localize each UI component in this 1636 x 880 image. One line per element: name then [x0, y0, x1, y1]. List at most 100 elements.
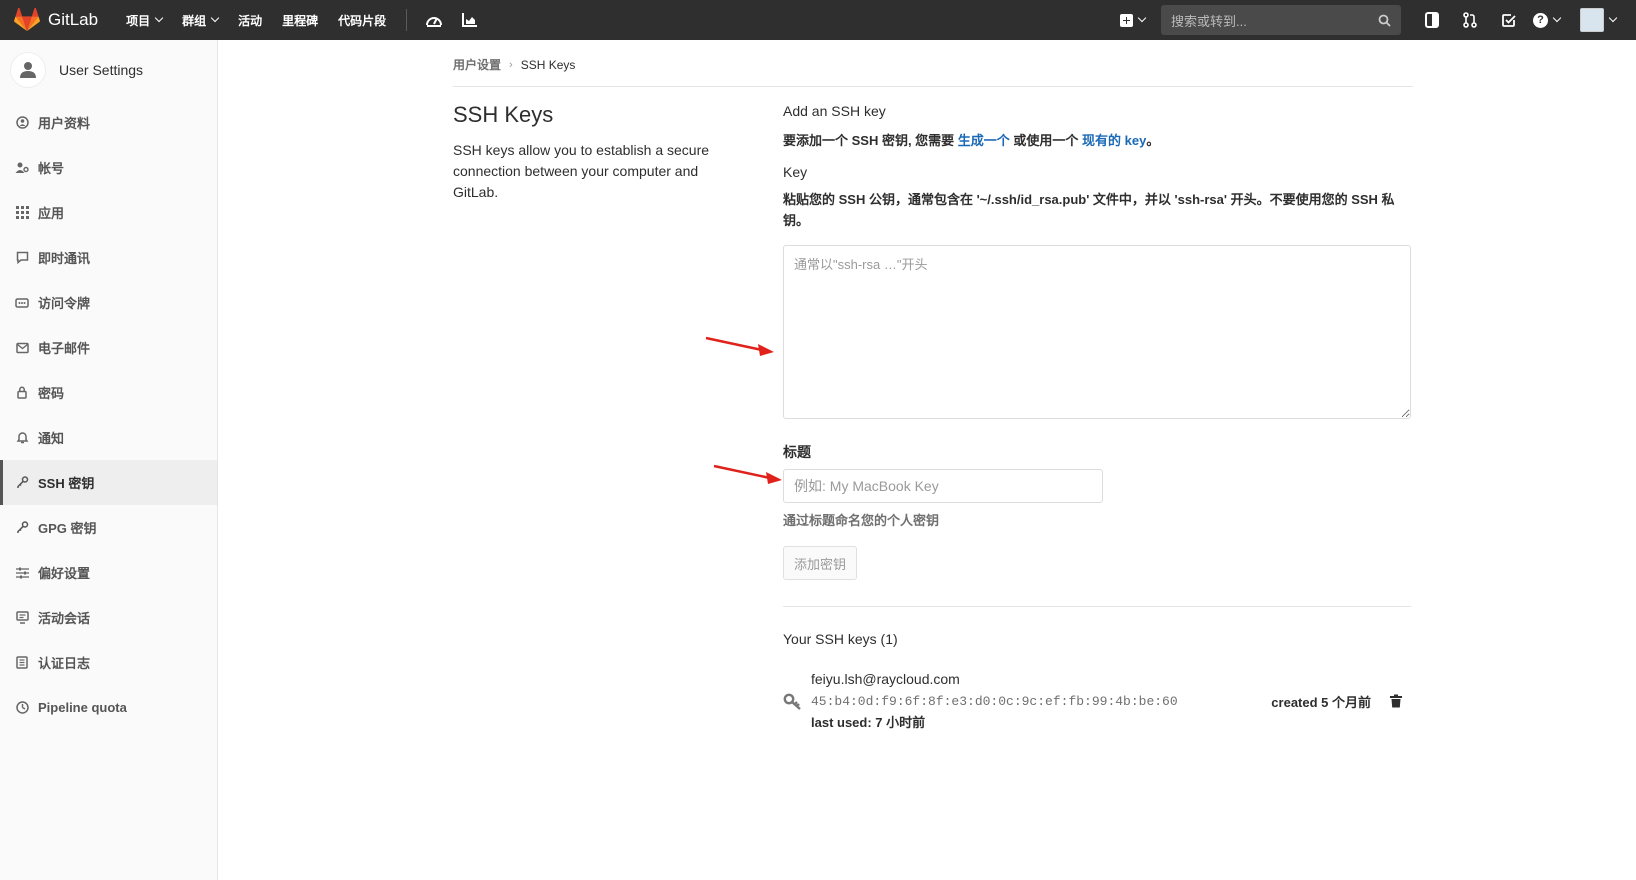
key-fingerprint: 45:b4:0d:f9:6f:8f:e3:d0:0c:9c:ef:fb:99:4… — [811, 694, 1178, 709]
plus-icon — [1120, 13, 1133, 27]
help-icon: ? — [1533, 12, 1548, 28]
sidebar-item-password[interactable]: 密码 — [0, 370, 217, 415]
sidebar-item-chat[interactable]: 即时通讯 — [0, 235, 217, 280]
ssh-key-form-section: Add an SSH key 要添加一个 SSH 密钥, 您需要 生成一个 或使… — [783, 103, 1411, 733]
breadcrumb-parent[interactable]: 用户设置 — [453, 56, 501, 73]
key-created: created 5 个月前 — [1271, 694, 1371, 710]
title-input[interactable] — [783, 469, 1103, 503]
sidebar-item-label: 电子邮件 — [38, 341, 91, 356]
divider — [453, 86, 1413, 87]
sidebar-item-active-sessions[interactable]: 活动会话 — [0, 595, 217, 640]
sidebar-item-label: 用户资料 — [38, 116, 91, 131]
chevron-down-icon — [1137, 13, 1147, 23]
breadcrumb: 用户设置 › SSH Keys — [453, 56, 575, 73]
add-key-hint: 要添加一个 SSH 密钥, 您需要 生成一个 或使用一个 现有的 key。 — [783, 130, 1411, 149]
add-hint-prefix: 要添加一个 SSH 密钥, 您需要 — [783, 133, 958, 148]
nav-snippets[interactable]: 代码片段 — [338, 12, 386, 29]
nav-activity[interactable]: 活动 — [238, 12, 262, 29]
chevron-down-icon — [1552, 13, 1562, 23]
nav-milestones-label: 里程碑 — [282, 13, 319, 28]
key-last-used: last used: 7 小时前 — [811, 715, 926, 730]
generate-key-link[interactable]: 生成一个 — [958, 133, 1010, 148]
top-navbar: GitLab 项目 群组 活动 里程碑 代码片段 搜索或转到... ? — [0, 0, 1636, 40]
key-label: Key — [783, 164, 808, 180]
new-item-button[interactable] — [1120, 13, 1147, 27]
sidebar-item-preferences[interactable]: 偏好设置 — [0, 550, 217, 595]
sidebar-title: User Settings — [59, 62, 144, 78]
sidebar-item-label: 应用 — [38, 206, 65, 221]
quota-icon — [15, 701, 29, 715]
email-icon — [15, 341, 29, 355]
sidebar-item-label: Pipeline quota — [38, 700, 127, 715]
key-icon — [15, 476, 29, 490]
add-key-button[interactable]: 添加密钥 — [783, 546, 858, 580]
existing-key-link[interactable]: 现有的 key — [1082, 133, 1146, 148]
help-button[interactable]: ? — [1533, 12, 1562, 28]
sidebar-item-gpg-keys[interactable]: GPG 密钥 — [0, 505, 217, 550]
sidebar-item-account[interactable]: 帐号 — [0, 145, 217, 190]
title-hint: 通过标题命名您的个人密钥 — [783, 513, 940, 528]
key-email[interactable]: feiyu.lsh@raycloud.com — [811, 671, 960, 687]
token-icon — [15, 296, 29, 310]
bell-icon — [15, 431, 29, 445]
intro-section: SSH Keys SSH keys allow you to establish… — [453, 102, 723, 203]
sidebar-item-authentication-log[interactable]: 认证日志 — [0, 640, 217, 685]
trash-icon[interactable] — [1389, 694, 1403, 708]
sidebar-item-pipeline-quota[interactable]: Pipeline quota — [0, 685, 217, 730]
add-hint-suffix: 。 — [1146, 133, 1160, 148]
sidebar-item-emails[interactable]: 电子邮件 — [0, 325, 217, 370]
search-placeholder: 搜索或转到... — [1171, 13, 1247, 29]
chevron-down-icon — [1608, 13, 1618, 23]
sidebar-item-label: 通知 — [38, 431, 65, 446]
breadcrumb-current[interactable]: SSH Keys — [521, 58, 576, 72]
sidebar-item-label: 帐号 — [38, 161, 65, 176]
sidebar-item-notifications[interactable]: 通知 — [0, 415, 217, 460]
search-input[interactable]: 搜索或转到... — [1161, 5, 1401, 35]
add-key-title: Add an SSH key — [783, 103, 886, 119]
annotation-arrow — [705, 336, 774, 356]
avatar — [1580, 8, 1604, 32]
key-hint: 粘贴您的 SSH 公钥，通常包含在 '~/.ssh/id_rsa.pub' 文件… — [783, 192, 1395, 228]
chart-icon[interactable] — [457, 8, 483, 32]
sidebar-item-label: 活动会话 — [38, 611, 91, 626]
sidebar-item-applications[interactable]: 应用 — [0, 190, 217, 235]
sidebar-item-ssh-keys[interactable]: SSH 密钥 — [0, 460, 217, 505]
nav-milestones[interactable]: 里程碑 — [282, 12, 318, 29]
sidebar-item-label: GPG 密钥 — [38, 521, 97, 536]
ssh-key-row[interactable]: feiyu.lsh@raycloud.com 45:b4:0d:f9:6f:8f… — [783, 669, 1411, 733]
merge-request-icon[interactable] — [1457, 7, 1483, 33]
nav-snippets-label: 代码片段 — [338, 13, 387, 28]
ssh-key-info: feiyu.lsh@raycloud.com 45:b4:0d:f9:6f:8f… — [811, 669, 1271, 733]
nav-divider — [406, 9, 408, 31]
sidebar-toggle-icon[interactable] — [1419, 7, 1445, 33]
sidebar-item-label: 认证日志 — [38, 656, 91, 671]
page-title: SSH Keys — [453, 102, 554, 127]
nav-projects[interactable]: 项目 — [126, 12, 164, 29]
sidebar-item-label: 偏好设置 — [38, 566, 91, 581]
search-icon — [1378, 14, 1391, 27]
preferences-icon — [15, 566, 29, 580]
sidebar-item-access-tokens[interactable]: 访问令牌 — [0, 280, 217, 325]
dashboard-icon[interactable] — [421, 8, 447, 32]
chevron-down-icon — [154, 13, 164, 23]
key-icon — [15, 521, 29, 535]
user-avatar-icon — [10, 52, 46, 88]
sidebar-header[interactable]: User Settings — [0, 40, 217, 100]
user-menu[interactable] — [1580, 8, 1618, 32]
gitlab-logo[interactable]: GitLab — [14, 8, 98, 32]
your-keys-heading: Your SSH keys (1) — [783, 631, 898, 647]
nav-groups-label: 群组 — [182, 13, 207, 28]
key-textarea[interactable] — [783, 245, 1411, 419]
settings-sidebar: User Settings 用户资料帐号应用即时通讯访问令牌电子邮件密码通知 SS… — [0, 40, 218, 880]
nav-groups[interactable]: 群组 — [182, 12, 220, 29]
sidebar-item-profile[interactable]: 用户资料 — [0, 100, 217, 145]
annotation-arrow — [713, 464, 782, 484]
divider — [783, 606, 1411, 607]
lock-icon — [15, 386, 29, 400]
add-hint-middle: 或使用一个 — [1009, 133, 1083, 148]
sidebar-item-label: 即时通讯 — [38, 251, 91, 266]
chevron-right-icon: › — [509, 58, 513, 71]
chat-icon — [15, 251, 29, 265]
nav-projects-label: 项目 — [126, 13, 151, 28]
todo-check-icon[interactable] — [1495, 7, 1521, 33]
